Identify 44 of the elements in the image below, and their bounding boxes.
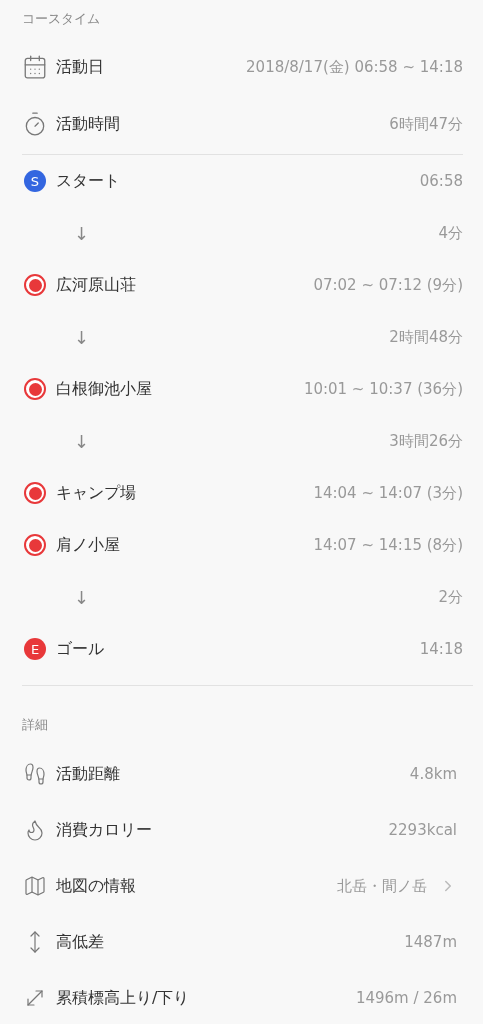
point-time: 07:02 ~ 07:12 (9分) [313,275,463,295]
map-icon [22,874,48,898]
point-name: キャンプ場 [56,482,136,504]
row-value: 4.8km [409,765,457,783]
marker-badge: S [24,170,46,192]
section-header: 詳細 [21,716,49,734]
row-value: 1496m / 26m [355,989,457,1007]
down-arrow: ↓ [74,586,90,608]
point-name: 広河原山荘 [56,274,136,296]
footprints-icon [22,762,48,786]
point-time: 14:07 ~ 14:15 (8分) [313,535,463,555]
segment-duration: 3時間26分 [389,431,463,451]
point-name: 白根御池小屋 [56,378,152,400]
row-value: 2018/8/17(金) 06:58 ~ 14:18 [246,57,463,77]
section-header: コースタイム [21,10,101,28]
calendar-icon [22,54,48,80]
row-label: 累積標高上り/下り [56,987,190,1009]
row-label: 活動時間 [56,113,120,135]
point-name: ゴール [56,638,104,660]
row-label[interactable]: 地図の情報 [56,875,136,897]
down-arrow: ↓ [74,222,90,244]
marker-badge: E [24,638,46,660]
down-arrow: ↓ [74,326,90,348]
down-arrow: ↓ [74,430,90,452]
point-time: 14:18 [419,640,463,658]
row-label: 高低差 [56,931,104,953]
waypoint-marker-icon [24,482,46,504]
segment-duration: 2分 [438,587,463,607]
row-value: 2293kcal [388,821,457,839]
row-label: 活動距離 [56,763,120,785]
row-label: 消費カロリー [56,819,152,841]
row-label: 活動日 [56,56,104,78]
point-time: 10:01 ~ 10:37 (36分) [303,379,463,399]
point-name: スタート [56,170,120,192]
waypoint-marker-icon [24,534,46,556]
point-time: 06:58 [419,172,463,190]
row-value: 6時間47分 [389,114,463,134]
waypoint-marker-icon [24,378,46,400]
segment-duration: 2時間48分 [389,327,463,347]
point-name: 肩ノ小屋 [56,534,120,556]
segment-duration: 4分 [438,223,463,243]
point-time: 14:04 ~ 14:07 (3分) [313,483,463,503]
waypoint-marker-icon [24,274,46,296]
row-value: 1487m [404,933,457,951]
